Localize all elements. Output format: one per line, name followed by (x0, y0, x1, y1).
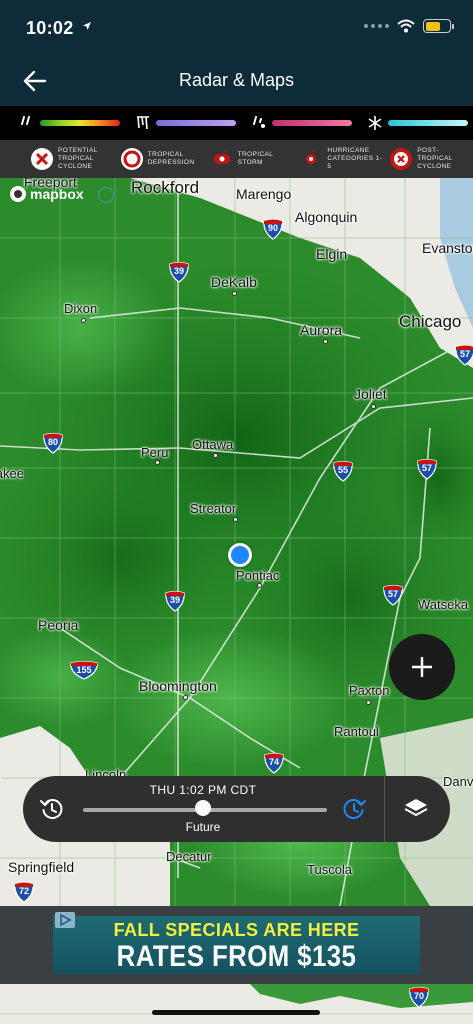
zoom-in-button[interactable] (389, 634, 455, 700)
precipitation-legend (0, 106, 473, 140)
ice-icon (137, 116, 149, 130)
interstate-55-shield: 55 (332, 460, 354, 482)
snow-icon (368, 116, 382, 130)
layers-icon[interactable] (401, 796, 431, 822)
current-location-marker[interactable] (228, 543, 252, 567)
interstate-70-shield: 70 (408, 986, 430, 1008)
future-forward-icon[interactable] (341, 796, 367, 822)
city-algonquin: Algonquin (295, 209, 358, 225)
city-marker (81, 318, 86, 323)
interstate-155-shield: 155 (69, 660, 99, 680)
city-marker (213, 453, 218, 458)
map-bottom-terrain (0, 984, 473, 1024)
interstate-57-shield: 57 (382, 584, 404, 606)
interstate-57-shield: 57 (454, 344, 473, 366)
city-tuscola: Tuscola (307, 862, 353, 877)
mix-icon (253, 116, 265, 128)
legend-post-tropical-cyclone: Post-Tropical Cyclone (389, 147, 473, 171)
city-dixon: Dixon (64, 301, 98, 316)
location-arrow-icon (83, 22, 91, 30)
replay-icon[interactable] (39, 796, 65, 822)
city-ottawa: Ottawa (192, 437, 234, 452)
city-kankakee: Kankakee (0, 466, 24, 481)
plus-icon (412, 657, 432, 677)
city-peoria: Peoria (38, 617, 79, 633)
timeline-slider-thumb[interactable] (194, 800, 211, 816)
city-marker (232, 291, 237, 296)
post-tropical-cyclone-icon (390, 148, 413, 170)
city-marker (366, 700, 371, 705)
city-decatur: Decatur (166, 849, 212, 864)
city-marker (233, 517, 238, 522)
interstate-80-shield: 80 (42, 432, 64, 454)
timeline-divider (384, 776, 385, 842)
home-indicator (152, 1010, 320, 1015)
city-watseka: Watseka (418, 597, 469, 612)
city-elgin: Elgin (316, 246, 348, 262)
city-marker (323, 339, 328, 344)
cellular-signal-icon (364, 24, 389, 28)
city-evanston: Evanston (422, 240, 473, 256)
ice-legend (134, 114, 236, 132)
city-marker (371, 404, 376, 409)
map-bottom-strip[interactable]: 70 (0, 984, 473, 1024)
legend-tropical-storm: Tropical Storm (210, 147, 294, 171)
city-aurora: Aurora (300, 322, 343, 338)
city-pontiac: Pontiac (236, 568, 280, 583)
city-rockford: Rockford (131, 178, 200, 197)
interstate-72-shield: 72 (13, 881, 35, 903)
legend-potential-tropical-cyclone: Potential Tropical Cyclone (30, 147, 114, 171)
interstate-39-shield: 39 (168, 261, 190, 283)
status-bar: 10:02 (0, 0, 473, 56)
city-peru: Peru (141, 445, 169, 460)
status-time: 10:02 (26, 18, 74, 38)
city-chicago: Chicago (399, 312, 462, 331)
city-marker (257, 583, 262, 588)
timeline-mode: Future (185, 820, 221, 834)
city-streator: Streator (190, 501, 237, 516)
tropical-depression-icon (120, 148, 143, 170)
city-joliet: Joliet (354, 386, 387, 402)
timeline-control: THU 1:02 PM CDT Future (23, 776, 450, 842)
tropical-storm-icon (213, 150, 230, 168)
city-rantoul: Rantoul (334, 724, 379, 739)
page-title: Radar & Maps (178, 70, 295, 90)
city-freeport: Freeport (24, 178, 77, 190)
city-marker (183, 695, 188, 700)
legend-tropical-depression: Tropical Depression (120, 147, 204, 171)
battery-icon (423, 19, 454, 33)
ad-offer: RATES FROM $135 (116, 940, 357, 973)
app-header: Radar & Maps (0, 56, 473, 106)
city-paxton: Paxton (349, 683, 390, 698)
legend-hurricane: Hurricane Categories 1-5 (299, 147, 383, 171)
timeline-time: THU 1:02 PM CDT (149, 783, 257, 797)
city-bloomington: Bloomington (139, 678, 217, 694)
status-indicators (364, 19, 454, 33)
storm-legend: Potential Tropical Cyclone Tropical Depr… (0, 140, 473, 178)
interstate-90-shield: 90 (262, 218, 284, 240)
ad-choices-icon[interactable] (55, 912, 75, 928)
ad-headline: FALL SPECIALS ARE HERE (113, 920, 360, 940)
city-springfield: Springfield (8, 859, 75, 875)
hurricane-icon (303, 149, 320, 169)
rain-icon (21, 116, 30, 125)
interstate-39-shield: 39 (164, 590, 186, 612)
city-marengo: Marengo (236, 186, 292, 202)
ad-creative[interactable]: FALL SPECIALS ARE HERE RATES FROM $135 (53, 916, 420, 974)
rain-legend (18, 114, 120, 132)
city-danville: Danville (443, 774, 473, 789)
city-dekalb: DeKalb (211, 274, 257, 290)
attribution-info-icon[interactable] (98, 187, 114, 203)
city-marker (155, 460, 160, 465)
snow-legend (366, 114, 468, 132)
interstate-57-shield: 57 (416, 458, 438, 480)
wifi-icon (397, 19, 415, 33)
interstate-74-shield: 74 (263, 752, 285, 774)
potential-tropical-cyclone-icon (31, 148, 53, 170)
mix-legend (250, 114, 352, 132)
